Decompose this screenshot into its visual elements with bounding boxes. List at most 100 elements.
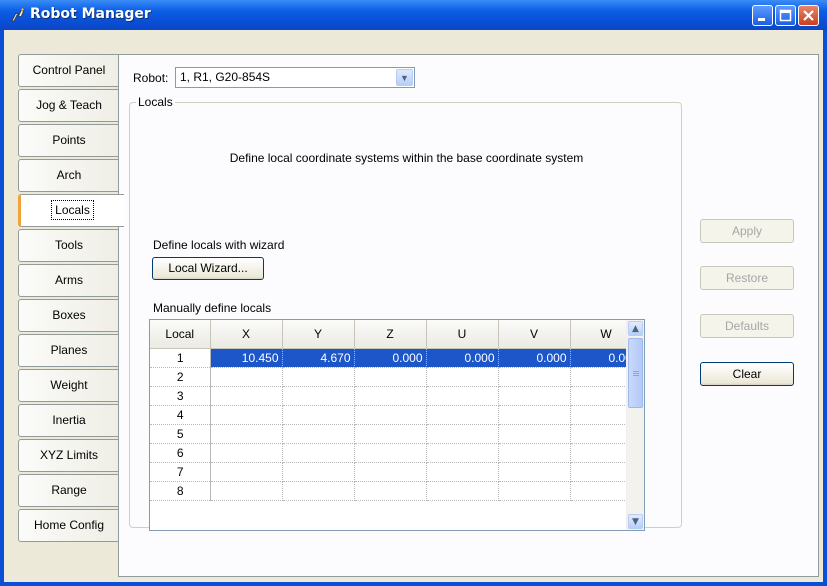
tab-xyz-limits[interactable]: XYZ Limits: [18, 439, 120, 472]
u-cell[interactable]: [426, 386, 499, 406]
tab-planes[interactable]: Planes: [18, 334, 120, 367]
tab-label: Points: [52, 133, 86, 147]
table-row[interactable]: 4: [150, 405, 643, 425]
z-cell[interactable]: [354, 367, 427, 387]
z-cell[interactable]: [354, 386, 427, 406]
column-header-local[interactable]: Local: [150, 320, 211, 349]
y-cell[interactable]: [282, 367, 355, 387]
z-cell[interactable]: [354, 424, 427, 444]
v-cell[interactable]: [498, 386, 571, 406]
u-cell[interactable]: 0.000: [426, 348, 499, 368]
x-cell[interactable]: [210, 367, 283, 387]
table-row[interactable]: 8: [150, 481, 643, 501]
table-row[interactable]: 3: [150, 386, 643, 406]
maximize-icon: [779, 9, 792, 22]
y-cell[interactable]: [282, 462, 355, 482]
table-row[interactable]: 1 10.450 4.670 0.000 0.000 0.000 0.000: [150, 348, 643, 368]
y-cell[interactable]: 4.670: [282, 348, 355, 368]
local-number-cell[interactable]: 2: [150, 367, 211, 387]
tab-home-config[interactable]: Home Config: [18, 509, 120, 542]
vertical-scrollbar[interactable]: ▲ ▼: [626, 320, 644, 530]
v-cell[interactable]: [498, 443, 571, 463]
v-cell[interactable]: [498, 462, 571, 482]
tab-arch[interactable]: Arch: [18, 159, 120, 192]
tab-locals[interactable]: Locals: [18, 194, 124, 227]
scrollbar-thumb[interactable]: [628, 338, 643, 408]
column-header-x[interactable]: X: [210, 320, 283, 349]
z-cell[interactable]: [354, 405, 427, 425]
u-cell[interactable]: [426, 443, 499, 463]
maximize-button[interactable]: [775, 5, 796, 26]
tab-arms[interactable]: Arms: [18, 264, 120, 297]
z-cell[interactable]: [354, 462, 427, 482]
y-cell[interactable]: [282, 443, 355, 463]
local-number-cell[interactable]: 7: [150, 462, 211, 482]
apply-button[interactable]: Apply: [700, 219, 794, 243]
z-cell[interactable]: [354, 481, 427, 501]
scroll-down-icon[interactable]: ▼: [628, 514, 643, 529]
tab-weight[interactable]: Weight: [18, 369, 120, 402]
close-button[interactable]: [798, 5, 819, 26]
wizard-label: Define locals with wizard: [153, 238, 285, 252]
locals-grid[interactable]: Local X Y Z U V W 1 10.450 4.670 0.000 0…: [149, 319, 645, 531]
tab-label: Range: [51, 483, 87, 497]
u-cell[interactable]: [426, 462, 499, 482]
v-cell[interactable]: [498, 481, 571, 501]
local-number-cell[interactable]: 6: [150, 443, 211, 463]
local-number-cell[interactable]: 8: [150, 481, 211, 501]
z-cell[interactable]: [354, 443, 427, 463]
scroll-up-icon[interactable]: ▲: [628, 321, 643, 336]
minimize-button[interactable]: [752, 5, 773, 26]
table-row[interactable]: 5: [150, 424, 643, 444]
u-cell[interactable]: [426, 367, 499, 387]
x-cell[interactable]: [210, 424, 283, 444]
clear-button[interactable]: Clear: [700, 362, 794, 386]
title-bar[interactable]: Robot Manager: [0, 0, 827, 30]
table-row[interactable]: 6: [150, 443, 643, 463]
local-number-cell[interactable]: 5: [150, 424, 211, 444]
x-cell[interactable]: [210, 481, 283, 501]
z-cell[interactable]: 0.000: [354, 348, 427, 368]
x-cell[interactable]: [210, 462, 283, 482]
y-cell[interactable]: [282, 481, 355, 501]
u-cell[interactable]: [426, 481, 499, 501]
column-header-z[interactable]: Z: [354, 320, 427, 349]
table-row[interactable]: 7: [150, 462, 643, 482]
v-cell[interactable]: [498, 424, 571, 444]
tab-control-panel[interactable]: Control Panel: [18, 54, 120, 87]
y-cell[interactable]: [282, 386, 355, 406]
local-wizard-button[interactable]: Local Wizard...: [152, 257, 264, 280]
x-cell[interactable]: 10.450: [210, 348, 283, 368]
local-number-cell[interactable]: 3: [150, 386, 211, 406]
v-cell[interactable]: 0.000: [498, 348, 571, 368]
tab-boxes[interactable]: Boxes: [18, 299, 120, 332]
restore-button[interactable]: Restore: [700, 266, 794, 290]
tab-points[interactable]: Points: [18, 124, 120, 157]
column-header-u[interactable]: U: [426, 320, 499, 349]
locals-panel: Robot: 1, R1, G20-854S ▼ Locals Define l…: [118, 54, 819, 577]
tab-range[interactable]: Range: [18, 474, 120, 507]
robot-label: Robot:: [133, 71, 169, 85]
v-cell[interactable]: [498, 405, 571, 425]
tab-jog-teach[interactable]: Jog & Teach: [18, 89, 120, 122]
u-cell[interactable]: [426, 424, 499, 444]
tab-label: Weight: [50, 378, 88, 392]
y-cell[interactable]: [282, 424, 355, 444]
table-row[interactable]: 2: [150, 367, 643, 387]
chevron-down-icon[interactable]: ▼: [396, 69, 413, 86]
tab-tools[interactable]: Tools: [18, 229, 120, 262]
y-cell[interactable]: [282, 405, 355, 425]
x-cell[interactable]: [210, 443, 283, 463]
window-bottom-border: [0, 582, 827, 586]
x-cell[interactable]: [210, 386, 283, 406]
v-cell[interactable]: [498, 367, 571, 387]
x-cell[interactable]: [210, 405, 283, 425]
local-number-cell[interactable]: 4: [150, 405, 211, 425]
u-cell[interactable]: [426, 405, 499, 425]
defaults-button[interactable]: Defaults: [700, 314, 794, 338]
column-header-v[interactable]: V: [498, 320, 571, 349]
column-header-y[interactable]: Y: [282, 320, 355, 349]
tab-inertia[interactable]: Inertia: [18, 404, 120, 437]
local-number-cell[interactable]: 1: [150, 348, 211, 368]
robot-select[interactable]: 1, R1, G20-854S ▼: [175, 67, 415, 88]
